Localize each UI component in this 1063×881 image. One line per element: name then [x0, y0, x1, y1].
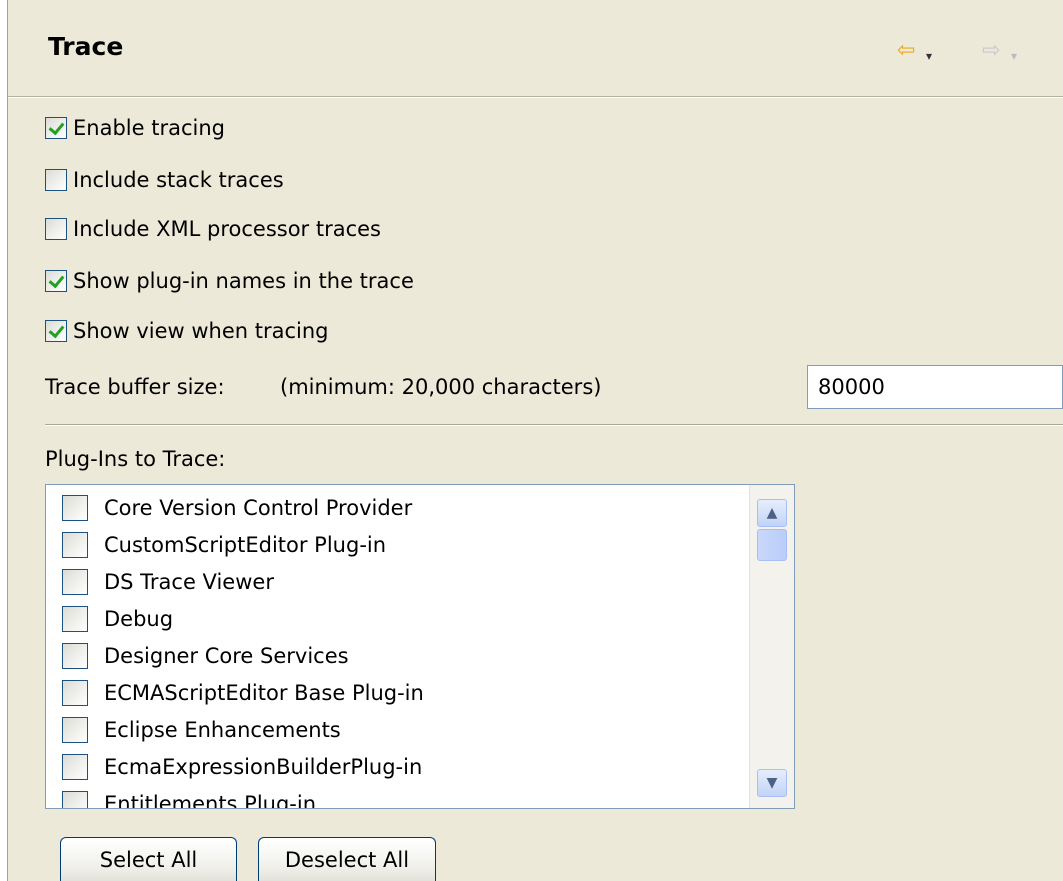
option-show-view-when-tracing[interactable]: Show view when tracing — [45, 316, 329, 346]
plugin-checkbox[interactable] — [62, 680, 88, 706]
plugin-checkbox[interactable] — [62, 717, 88, 743]
list-item[interactable]: Debug — [62, 601, 173, 637]
list-item[interactable]: ECMAScriptEditor Base Plug-in — [62, 675, 424, 711]
plugin-checkbox[interactable] — [62, 643, 88, 669]
trace-buffer-size-input[interactable] — [807, 365, 1063, 409]
option-label: Include XML processor traces — [73, 217, 381, 241]
option-include-stack-traces[interactable]: Include stack traces — [45, 165, 284, 195]
list-item[interactable]: CustomScriptEditor Plug-in — [62, 527, 386, 563]
page-title: Trace — [48, 32, 124, 61]
list-item[interactable]: Designer Core Services — [62, 638, 349, 674]
trace-buffer-size-hint: (minimum: 20,000 characters) — [280, 375, 602, 399]
plugin-label: DS Trace Viewer — [104, 570, 274, 594]
option-include-xml-processor-traces[interactable]: Include XML processor traces — [45, 214, 381, 244]
plugin-label: Debug — [104, 607, 174, 631]
plugin-checkbox[interactable] — [62, 754, 88, 780]
plugin-checkbox[interactable] — [62, 606, 88, 632]
option-label: Enable tracing — [73, 116, 225, 140]
plugin-checkbox[interactable] — [62, 791, 88, 808]
section-divider-highlight — [45, 425, 1063, 426]
scrollbar-thumb[interactable] — [757, 529, 787, 561]
forward-dropdown-icon[interactable]: ▾ — [1011, 45, 1017, 67]
option-label: Include stack traces — [73, 168, 284, 192]
option-label: Show plug-in names in the trace — [73, 269, 414, 293]
list-item[interactable]: Entitlements Plug-in — [62, 786, 317, 809]
plugins-to-trace-label: Plug-Ins to Trace: — [45, 447, 226, 471]
include-xml-processor-traces-checkbox[interactable] — [45, 218, 67, 240]
scroll-down-icon[interactable]: ▼ — [757, 769, 787, 797]
option-label: Show view when tracing — [73, 319, 329, 343]
trace-preferences-panel: Trace ⇦ ▾ ⇨ ▾ Enable tracing Include sta… — [8, 0, 1063, 881]
header-divider-highlight — [8, 97, 1063, 98]
option-show-plugin-names[interactable]: Show plug-in names in the trace — [45, 266, 414, 296]
back-arrow-icon[interactable]: ⇦ — [897, 40, 915, 62]
enable-tracing-checkbox[interactable] — [45, 117, 67, 139]
plugins-list-items: Core Version Control Provider CustomScri… — [46, 485, 746, 809]
back-dropdown-icon[interactable]: ▾ — [926, 45, 932, 67]
plugin-label: CustomScriptEditor Plug-in — [104, 533, 387, 557]
plugin-checkbox[interactable] — [62, 532, 88, 558]
plugins-list[interactable]: Core Version Control Provider CustomScri… — [45, 484, 795, 809]
scroll-up-icon[interactable]: ▲ — [757, 499, 787, 527]
panel-header: Trace ⇦ ▾ ⇨ ▾ — [8, 0, 1063, 106]
plugin-label: ECMAScriptEditor Base Plug-in — [104, 681, 424, 705]
list-item[interactable]: DS Trace Viewer — [62, 564, 274, 600]
list-item[interactable]: Core Version Control Provider — [62, 490, 412, 526]
show-plugin-names-checkbox[interactable] — [45, 270, 67, 292]
deselect-all-button[interactable]: Deselect All — [258, 837, 436, 881]
plugin-checkbox[interactable] — [62, 495, 88, 521]
option-enable-tracing[interactable]: Enable tracing — [45, 113, 225, 143]
forward-arrow-icon[interactable]: ⇨ — [982, 40, 1000, 62]
show-view-when-tracing-checkbox[interactable] — [45, 320, 67, 342]
plugin-label: Entitlements Plug-in — [104, 792, 317, 809]
plugin-label: Core Version Control Provider — [104, 496, 413, 520]
list-item[interactable]: Eclipse Enhancements — [62, 712, 341, 748]
plugin-label: Designer Core Services — [104, 644, 349, 668]
select-all-button[interactable]: Select All — [60, 837, 237, 881]
plugin-label: Eclipse Enhancements — [104, 718, 341, 742]
list-item[interactable]: EcmaExpressionBuilderPlug-in — [62, 749, 422, 785]
plugin-checkbox[interactable] — [62, 569, 88, 595]
trace-buffer-size-label: Trace buffer size: — [45, 375, 225, 399]
plugins-list-scrollbar[interactable]: ▲ ▼ — [749, 485, 794, 808]
left-border — [0, 0, 8, 881]
plugin-label: EcmaExpressionBuilderPlug-in — [104, 755, 423, 779]
include-stack-traces-checkbox[interactable] — [45, 169, 67, 191]
